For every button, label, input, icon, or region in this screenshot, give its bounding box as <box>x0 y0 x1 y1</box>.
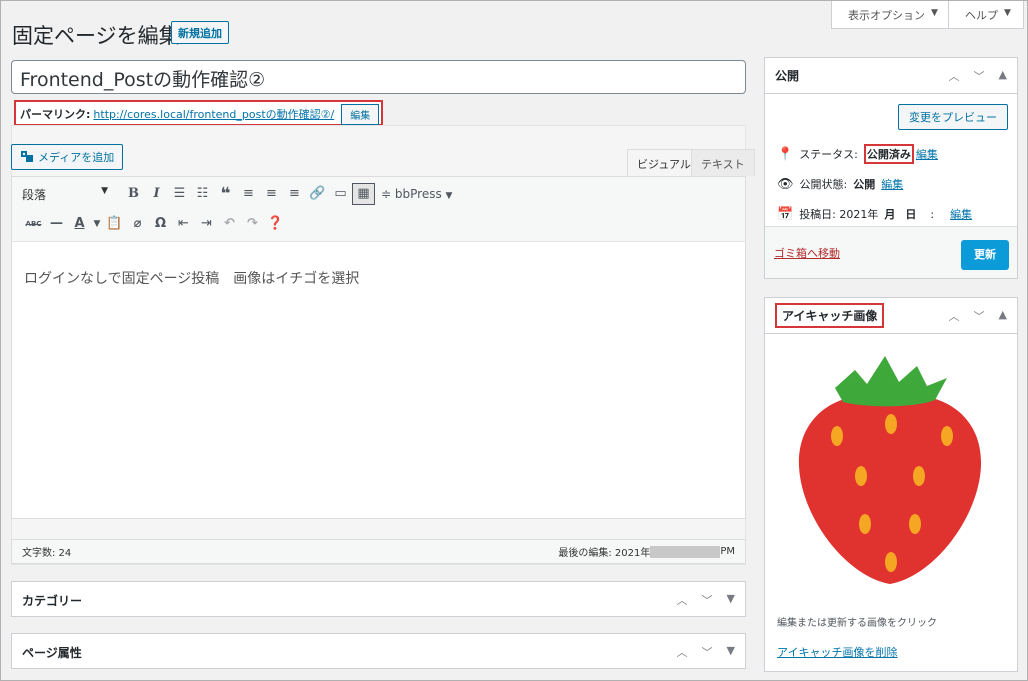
redacted-block <box>650 545 721 558</box>
toggle-panel-icon[interactable]: ▼ <box>727 644 735 660</box>
date-month: 月 <box>884 208 896 221</box>
permalink-link[interactable]: http://cores.local/frontend_postの動作確認②/ <box>93 106 334 122</box>
help-tab[interactable]: ヘルプ ▼ <box>948 1 1024 29</box>
publish-box: 公開 ︿ ﹀ ▲ 変更をプレビュー 📍 ステータス: 公開済み 編集 👁 公開状… <box>764 57 1018 279</box>
last-edited-prefix: 最後の編集: 2021年 <box>558 548 651 559</box>
link-icon[interactable]: 🔗 <box>306 182 329 206</box>
bullet-list-icon[interactable]: ☰ <box>168 182 191 206</box>
permalink-edit-button[interactable]: 編集 <box>341 104 380 125</box>
toggle-panel-icon[interactable]: ▲ <box>999 68 1007 84</box>
move-up-icon[interactable]: ︿ <box>949 68 960 84</box>
strawberry-image[interactable] <box>795 348 985 588</box>
featured-image-hint: 編集または更新する画像をクリック <box>777 618 937 629</box>
visibility-row: 👁 公開状態: 公開 編集 <box>777 176 903 192</box>
align-left-icon[interactable]: ≡ <box>237 182 260 206</box>
category-box: カテゴリー ︿ ﹀ ▼ <box>11 581 746 617</box>
strikethrough-icon[interactable]: ABC <box>22 212 45 236</box>
permalink-box: パーマリンク: http://cores.local/frontend_post… <box>14 100 383 126</box>
align-center-icon[interactable]: ≡ <box>260 182 283 206</box>
align-right-icon[interactable]: ≡ <box>283 182 306 206</box>
move-up-icon[interactable]: ︿ <box>677 644 688 660</box>
bbpress-menu[interactable]: ≑ bbPress ▼ <box>381 187 452 201</box>
move-up-icon[interactable]: ︿ <box>677 592 688 608</box>
numbered-list-icon[interactable]: ☷ <box>191 182 214 206</box>
page-title: 固定ページを編集 <box>12 24 180 48</box>
move-down-icon[interactable]: ﹀ <box>702 592 713 608</box>
chevron-down-icon: ▼ <box>101 185 108 196</box>
chevron-down-icon: ▼ <box>445 191 453 201</box>
help-icon[interactable]: ❓ <box>264 212 287 236</box>
update-button[interactable]: 更新 <box>961 240 1009 270</box>
category-box-title[interactable]: カテゴリー <box>12 582 745 618</box>
page-attributes-title[interactable]: ページ属性 <box>12 634 745 670</box>
date-edit-link[interactable]: 編集 <box>950 206 972 222</box>
date-colon: : <box>930 207 935 221</box>
add-new-button[interactable]: 新規追加 <box>171 21 229 44</box>
preview-changes-button[interactable]: 変更をプレビュー <box>898 104 1008 130</box>
visibility-edit-link[interactable]: 編集 <box>881 176 903 192</box>
publish-actions: ゴミ箱へ移動 更新 <box>765 226 1017 278</box>
indent-icon[interactable]: ⇥ <box>195 212 218 236</box>
pin-icon: 📍 <box>777 146 794 162</box>
help-label: ヘルプ <box>965 9 998 22</box>
move-down-icon[interactable]: ﹀ <box>974 308 985 324</box>
move-up-icon[interactable]: ︿ <box>949 308 960 324</box>
featured-image-box: アイキャッチ画像 ︿ ﹀ ▲ 編集または更新する画像をクリック アイキャッチ画像… <box>764 297 1018 672</box>
status-label: ステータス: <box>799 148 858 161</box>
outdent-icon[interactable]: ⇤ <box>172 212 195 236</box>
toggle-panel-icon[interactable]: ▲ <box>999 308 1007 324</box>
paste-text-icon[interactable]: 📋 <box>103 212 126 236</box>
calendar-icon: 📅 <box>777 206 794 222</box>
visibility-value: 公開 <box>853 178 876 191</box>
redo-icon[interactable]: ↷ <box>241 212 264 236</box>
bold-icon[interactable]: B <box>122 182 145 206</box>
chevron-down-icon[interactable]: ▼ <box>91 212 103 236</box>
undo-icon[interactable]: ↶ <box>218 212 241 236</box>
tab-text[interactable]: テキスト <box>691 149 755 176</box>
special-character-icon[interactable]: Ω <box>149 212 172 236</box>
eye-icon: 👁 <box>777 176 794 192</box>
date-day: 日 <box>905 208 917 221</box>
date-row: 📅 投稿日: 2021年 月 日 : 編集 <box>777 206 972 222</box>
bbpress-icon: ≑ <box>381 187 392 201</box>
tab-visual[interactable]: ビジュアル <box>627 149 701 176</box>
add-media-label: メディアを追加 <box>38 151 115 164</box>
featured-image-title[interactable]: アイキャッチ画像 <box>775 303 885 328</box>
move-down-icon[interactable]: ﹀ <box>702 644 713 660</box>
editor-toolbar: 段落 ▼ B I ☰ ☷ ❝ ≡ ≡ ≡ 🔗 ▭ ▦ ≑ bbPress ▼ A… <box>11 176 746 242</box>
move-down-icon[interactable]: ﹀ <box>974 68 985 84</box>
media-icon <box>21 151 33 162</box>
horizontal-rule-icon[interactable]: — <box>45 212 68 236</box>
last-edited-suffix: PM <box>720 546 735 557</box>
status-edit-link[interactable]: 編集 <box>916 146 938 162</box>
text-color-icon[interactable]: A <box>68 212 91 236</box>
word-count: 文字数: 24 <box>22 548 72 559</box>
format-select[interactable]: 段落 ▼ <box>22 186 114 203</box>
blockquote-icon[interactable]: ❝ <box>214 182 237 206</box>
format-select-value: 段落 <box>22 187 47 202</box>
chevron-down-icon: ▼ <box>931 8 938 18</box>
permalink-label: パーマリンク: <box>20 108 91 121</box>
last-edited: 最後の編集: 2021年 PM <box>558 544 735 559</box>
read-more-icon[interactable]: ▭ <box>329 182 352 206</box>
date-label: 投稿日: 2021年 <box>799 208 879 221</box>
toolbar-toggle-icon[interactable]: ▦ <box>352 183 375 205</box>
move-to-trash-link[interactable]: ゴミ箱へ移動 <box>774 245 840 261</box>
chevron-down-icon: ▼ <box>1004 8 1011 18</box>
status-row: 📍 ステータス: 公開済み 編集 <box>777 144 938 164</box>
editor-content[interactable]: ログインなしで固定ページ投稿 画像はイチゴを選択 <box>11 242 746 519</box>
add-media-button[interactable]: メディアを追加 <box>11 144 124 170</box>
post-title-input[interactable]: Frontend_Postの動作確認② <box>11 60 746 94</box>
status-value: 公開済み <box>863 144 914 164</box>
toggle-panel-icon[interactable]: ▼ <box>727 592 735 608</box>
page-attributes-box: ページ属性 ︿ ﹀ ▼ <box>11 633 746 669</box>
editor-status-bar: 文字数: 24 最後の編集: 2021年 PM <box>11 539 746 564</box>
screen-options-label: 表示オプション <box>848 9 925 22</box>
visibility-label: 公開状態: <box>799 178 848 191</box>
clear-format-icon[interactable]: ⌀ <box>126 212 149 236</box>
screen-options-tab[interactable]: 表示オプション ▼ <box>831 1 951 29</box>
remove-featured-image-link[interactable]: アイキャッチ画像を削除 <box>777 644 897 660</box>
bbpress-label: bbPress <box>394 187 442 201</box>
italic-icon[interactable]: I <box>145 182 168 206</box>
